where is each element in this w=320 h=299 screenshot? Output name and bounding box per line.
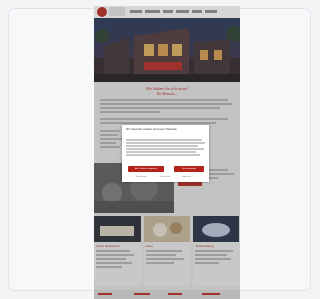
cookie-settings-link[interactable]: Einstellungen bbox=[136, 176, 147, 178]
cookie-consent-dialog: Wir verwenden Cookies auf unserer Websei… bbox=[122, 125, 209, 182]
privacy-link[interactable]: Datenschutz bbox=[160, 176, 170, 178]
necessary-cookies-button[interactable]: Nur notwendige bbox=[174, 166, 204, 172]
cookie-dialog-text bbox=[126, 139, 205, 157]
cookie-dialog-title: Wir verwenden Cookies auf unserer Websei… bbox=[126, 128, 177, 131]
imprint-link[interactable]: Impressum bbox=[182, 176, 191, 178]
accept-all-cookies-button[interactable]: Alle Cookies akzeptieren bbox=[128, 166, 164, 172]
